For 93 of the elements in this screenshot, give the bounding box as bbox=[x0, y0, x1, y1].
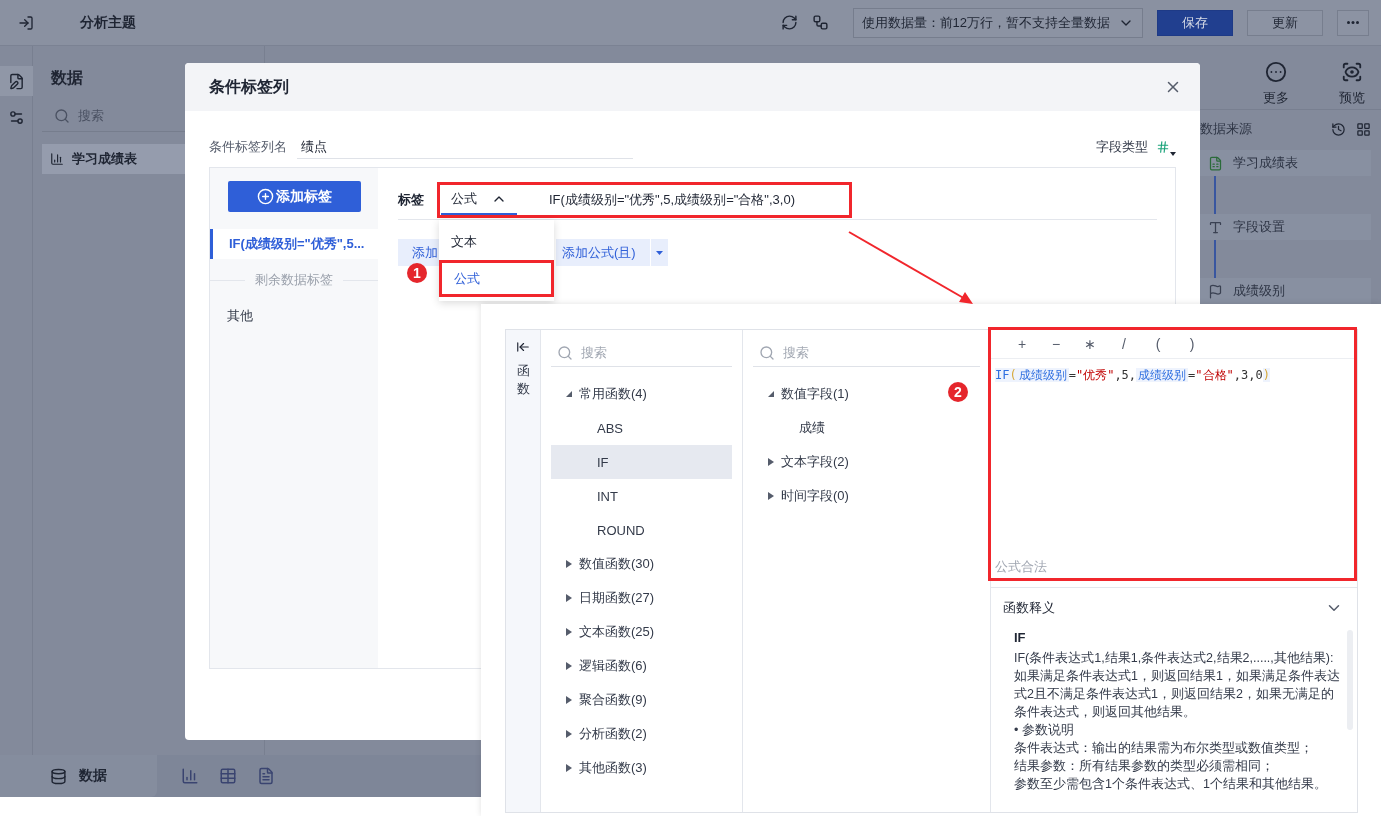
menu-option[interactable]: 公式 bbox=[442, 260, 480, 297]
eye-icon bbox=[1341, 60, 1363, 83]
page-title: 分析主题 bbox=[80, 13, 136, 32]
data-tab[interactable]: 数据 bbox=[0, 755, 157, 797]
function-category[interactable]: 数值函数(30) bbox=[551, 547, 732, 581]
rail-label: 函数 bbox=[516, 362, 530, 399]
formula-text: IF(成绩级别="优秀",5,成绩级别="合格",3,0) bbox=[549, 190, 795, 209]
menu-option[interactable]: 文本 bbox=[439, 224, 554, 260]
expand-icon[interactable] bbox=[565, 730, 573, 738]
ellipsis-icon bbox=[1347, 21, 1359, 24]
search-icon bbox=[759, 345, 775, 361]
history-icon[interactable] bbox=[1331, 121, 1346, 137]
more-icon bbox=[1265, 60, 1287, 83]
operator-button[interactable]: ( bbox=[1147, 336, 1169, 352]
update-button[interactable]: 更新 bbox=[1247, 9, 1323, 36]
exit-icon[interactable] bbox=[18, 14, 34, 31]
caret-icon[interactable] bbox=[1170, 152, 1176, 156]
flow-step[interactable]: 字段设置 bbox=[1200, 214, 1371, 240]
chart-icon bbox=[50, 152, 64, 166]
layout-icon[interactable] bbox=[1356, 121, 1371, 137]
expand-icon[interactable] bbox=[767, 390, 775, 398]
field-item[interactable]: 成绩 bbox=[753, 411, 833, 445]
expand-icon[interactable] bbox=[565, 390, 573, 398]
sliders-icon bbox=[7, 108, 25, 126]
expand-icon[interactable] bbox=[767, 458, 775, 466]
help-text: IF(条件表达式1,结果1,条件表达式2,结果2,.....,其他结果):如果满足条件表达式1，则返回结果1，如果满足条件表达式2且不满足条件表达式1，则返回结果2，如果无满足的条件表达式，则返回其他结果。 bbox=[1014, 650, 1340, 721]
function-name: IF bbox=[1014, 630, 1027, 645]
field-category[interactable]: 时间字段(0) bbox=[753, 479, 857, 513]
operator-button[interactable]: + bbox=[1011, 336, 1033, 352]
help-text: 结果参数：所有结果参数的类型必须需相同； bbox=[1014, 758, 1275, 775]
collapse-icon[interactable] bbox=[516, 340, 530, 354]
label-list-item[interactable]: 其他 bbox=[210, 301, 378, 331]
expand-icon[interactable] bbox=[565, 696, 573, 704]
function-category[interactable]: 常用函数(4) bbox=[551, 377, 732, 411]
expand-icon[interactable] bbox=[565, 594, 573, 602]
rail-button[interactable] bbox=[0, 66, 33, 96]
add-table-icon[interactable] bbox=[219, 767, 237, 785]
add-label-button[interactable]: 添加标签 bbox=[228, 181, 361, 212]
operator-button[interactable]: / bbox=[1113, 336, 1135, 352]
function-category[interactable]: 其他函数(3) bbox=[551, 751, 732, 785]
function-category[interactable]: 聚合函数(9) bbox=[551, 683, 732, 717]
help-text: 条件表达式：输出的结果需为布尔类型或数值类型； bbox=[1014, 740, 1314, 757]
field-label: 字段类型 bbox=[1096, 138, 1148, 156]
text-icon bbox=[1208, 219, 1223, 235]
add-chart-icon[interactable] bbox=[181, 767, 199, 785]
save-button[interactable]: 保存 bbox=[1157, 9, 1233, 36]
section-title: 函数释义 bbox=[1003, 599, 1055, 617]
operator-button[interactable]: − bbox=[1045, 336, 1067, 352]
plus-icon bbox=[257, 188, 274, 205]
add-report-icon[interactable] bbox=[257, 767, 275, 785]
search-icon bbox=[54, 108, 70, 124]
spreadsheet-icon bbox=[1208, 155, 1223, 171]
refresh-icon[interactable] bbox=[780, 14, 798, 31]
function-item[interactable]: ROUND bbox=[551, 513, 732, 547]
function-category[interactable]: 分析函数(2) bbox=[551, 717, 732, 751]
function-item[interactable]: ABS bbox=[551, 411, 732, 445]
edit-icon bbox=[7, 72, 25, 90]
mode-select[interactable]: 公式 bbox=[441, 184, 517, 215]
panel-title: 数据 bbox=[51, 68, 83, 88]
operator-button[interactable]: ∗ bbox=[1079, 336, 1101, 352]
function-category[interactable]: 文本函数(25) bbox=[551, 615, 732, 649]
flag-icon bbox=[1208, 283, 1223, 299]
expand-icon[interactable] bbox=[565, 628, 573, 636]
database-icon bbox=[50, 767, 67, 785]
label-list-item[interactable]: IF(成绩级别="优秀",5... bbox=[210, 229, 378, 259]
help-text: 参数至少需包含1个条件表达式、1个结果和其他结果。 bbox=[1014, 776, 1328, 793]
function-category[interactable]: 日期函数(27) bbox=[551, 581, 732, 615]
tool-button[interactable]: 预览 bbox=[1339, 60, 1365, 107]
section-title: 数据来源 bbox=[1200, 120, 1253, 138]
field-category[interactable]: 文本字段(2) bbox=[753, 445, 857, 479]
expand-icon[interactable] bbox=[565, 560, 573, 568]
flow-step[interactable]: 成绩级别 bbox=[1200, 278, 1371, 304]
function-category[interactable]: 逻辑函数(6) bbox=[551, 649, 732, 683]
expand-icon[interactable] bbox=[767, 492, 775, 500]
search-icon bbox=[557, 345, 573, 361]
more-button[interactable] bbox=[1337, 9, 1369, 36]
expand-icon[interactable] bbox=[565, 764, 573, 772]
dialog-title: 条件标签列 bbox=[209, 76, 289, 97]
add-formula-button[interactable]: 添加公式(且) bbox=[556, 239, 650, 266]
field-category[interactable]: 数值字段(1) bbox=[753, 377, 857, 411]
function-item[interactable]: IF bbox=[551, 445, 732, 479]
help-text: • 参数说明 bbox=[1014, 722, 1075, 739]
operator-button[interactable]: ) bbox=[1181, 336, 1203, 352]
validation-status: 公式合法 bbox=[995, 558, 1047, 576]
section-divider-label: 剩余数据标签 bbox=[255, 271, 333, 289]
formula-code[interactable]: IF( 成绩级别 ="优秀",5, 成绩级别 ="合格",3,0) bbox=[991, 359, 1274, 392]
expand-icon[interactable] bbox=[565, 662, 573, 670]
tool-button[interactable]: 更多 bbox=[1263, 60, 1289, 107]
workflow-icon[interactable] bbox=[811, 14, 829, 31]
field-label: 标签 bbox=[398, 190, 425, 209]
function-item[interactable]: INT bbox=[551, 479, 732, 513]
data-usage-dropdown[interactable]: 使用数据量：前12万行，暂不支持全量数据 bbox=[852, 7, 1143, 38]
flow-step[interactable]: 学习成绩表 bbox=[1200, 150, 1371, 176]
